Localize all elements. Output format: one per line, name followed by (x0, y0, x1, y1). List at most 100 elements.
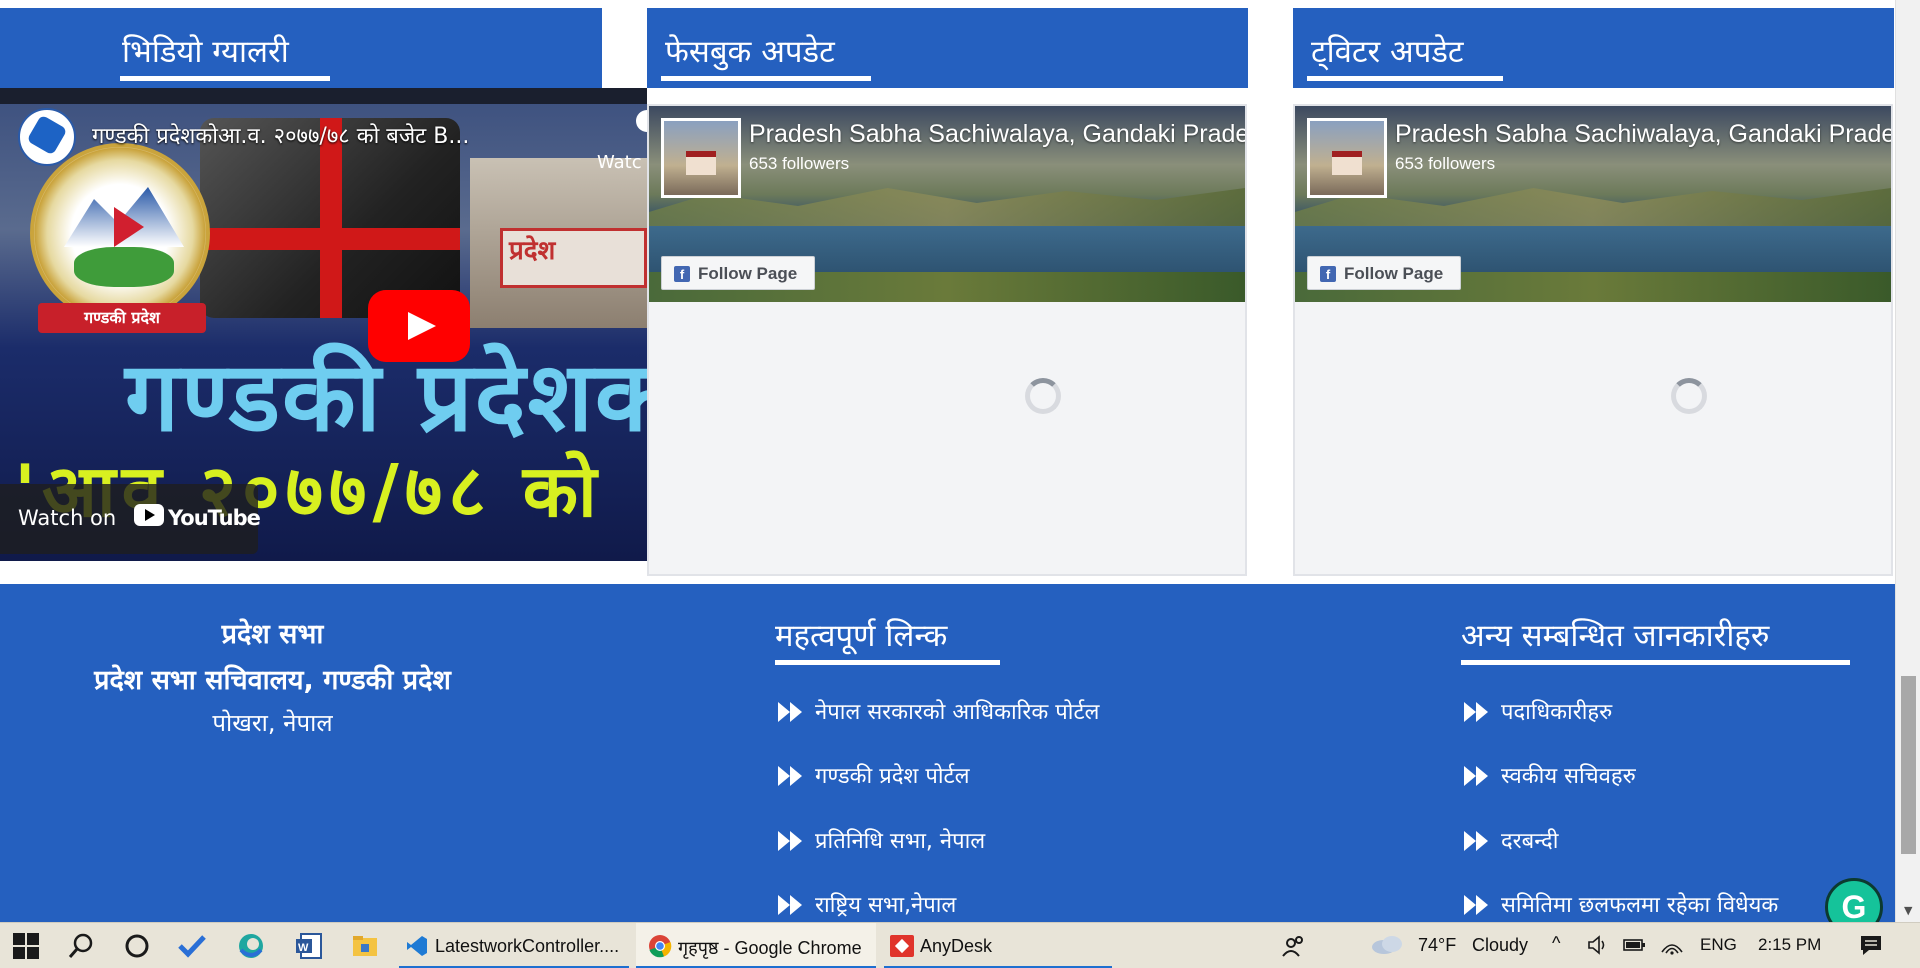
weather-description[interactable]: Cloudy (1472, 935, 1528, 956)
related-link-officials[interactable]: पदाधिकारीहरु (1501, 696, 1612, 726)
notifications-icon[interactable] (1859, 934, 1883, 961)
page: भिडियो ग्यालरी फेसबुक अपडेट ट्विटर अपडेट… (0, 0, 1920, 968)
ribbon-horizontal (200, 228, 460, 250)
youtube-video-embed[interactable]: प्रदेश गण्डकी प्रदेश गण्डकी प्रदेशक 'आव … (0, 88, 647, 561)
cortana-icon[interactable] (122, 923, 152, 968)
follow-page-label: Follow Page (1344, 264, 1444, 283)
fast-forward-icon (1464, 895, 1488, 915)
wifi-icon[interactable] (1660, 934, 1684, 961)
taskbar-app-label: गृहपृष्ठ - Google Chrome (678, 938, 862, 958)
nepal-flag-icon (114, 207, 144, 247)
grammarly-g-glyph: G (1841, 889, 1867, 925)
taskbar-app-label: LatestworkController.... (435, 936, 620, 956)
watch-later-label[interactable]: Watc (597, 152, 642, 173)
video-top-bar (0, 88, 647, 104)
twitter-update-header: ट्विटर अपडेट (1293, 8, 1894, 88)
org-name: प्रदेश सभा (221, 619, 324, 650)
taskbar-app-chrome[interactable]: गृहपृष्ठ - Google Chrome (636, 923, 876, 968)
important-links-title: महत्वपूर्ण लिन्क (775, 618, 948, 654)
fast-forward-icon (1464, 766, 1488, 786)
page-profile-picture[interactable] (1307, 118, 1387, 198)
video-gallery-header: भिडियो ग्यालरी (0, 8, 602, 88)
follow-page-label: Follow Page (698, 264, 798, 283)
title-underline (775, 660, 1000, 665)
building-image: प्रदेश (470, 158, 647, 328)
fast-forward-icon (778, 702, 802, 722)
windows-start-icon[interactable] (12, 923, 40, 968)
page-profile-picture[interactable] (661, 118, 741, 198)
weather-temperature[interactable]: 74°F (1418, 935, 1456, 956)
people-icon[interactable] (1278, 923, 1308, 968)
important-link-gandaki-portal[interactable]: गण्डकी प्रदेश पोर्टल (815, 760, 970, 790)
gandaki-emblem-logo (30, 143, 210, 323)
todo-icon[interactable] (177, 923, 207, 968)
fast-forward-icon (1464, 831, 1488, 851)
clock-time[interactable]: 2:15 PM (1758, 935, 1821, 955)
watch-on-label: Watch on (18, 506, 117, 530)
scroll-down-arrow-icon[interactable]: ▼ (1904, 904, 1912, 917)
follow-page-button[interactable]: f Follow Page (661, 256, 815, 290)
windows-taskbar: W LatestworkController.... गृहपृष्ठ - Go… (0, 922, 1920, 968)
page-name-link[interactable]: Pradesh Sabha Sachiwalaya, Gandaki Prade… (1395, 120, 1891, 149)
related-info-title: अन्य सम्बन्धित जानकारीहरु (1461, 618, 1770, 654)
taskbar-app-label: AnyDesk (920, 936, 993, 956)
youtube-wordmark: YouTube (168, 506, 261, 530)
video-gallery-title: भिडियो ग्यालरी (122, 34, 289, 70)
green-land-shape (74, 247, 174, 287)
page-scrollbar[interactable]: ▼ (1895, 0, 1920, 922)
input-language[interactable]: ENG (1700, 935, 1737, 955)
anydesk-icon (890, 935, 914, 957)
taskbar-app-vscode[interactable]: LatestworkController.... (399, 923, 629, 968)
title-underline (1461, 660, 1850, 665)
site-footer: प्रदेश सभा प्रदेश सभा सचिवालय, गण्डकी प्… (0, 584, 1895, 922)
related-link-staffing[interactable]: दरबन्दी (1501, 825, 1558, 855)
facebook-icon: f (1320, 266, 1336, 282)
file-explorer-icon[interactable] (350, 923, 380, 968)
title-underline (120, 76, 330, 81)
show-hidden-icons-chevron-icon[interactable]: ^ (1552, 933, 1560, 954)
battery-icon[interactable] (1622, 934, 1648, 961)
followers-count: 653 followers (1395, 154, 1496, 173)
loading-spinner-icon (1025, 378, 1061, 414)
related-link-bills-under-discussion[interactable]: समितिमा छलफलमा रहेका विधेयक (1501, 889, 1778, 919)
volume-icon[interactable] (1587, 934, 1609, 961)
svg-text:W: W (298, 942, 309, 954)
fast-forward-icon (778, 766, 802, 786)
important-link-national-assembly[interactable]: राष्ट्रिय सभा,नेपाल (815, 889, 956, 919)
play-button[interactable] (368, 290, 470, 362)
title-underline (661, 76, 871, 81)
word-icon[interactable]: W (294, 923, 324, 968)
important-link-nepal-govt-portal[interactable]: नेपाल सरकारको आधिकारिक पोर्टल (815, 696, 1099, 726)
building-thumbnail (1332, 151, 1362, 175)
facebook-update-header: फेसबुक अपडेट (647, 8, 1248, 88)
org-secretariat: प्रदेश सभा सचिवालय, गण्डकी प्रदेश (94, 665, 451, 696)
related-link-personal-secretaries[interactable]: स्वकीय सचिवहरु (1501, 760, 1636, 790)
vscode-icon (407, 936, 427, 956)
twitter-update-title: ट्विटर अपडेट (1311, 34, 1464, 70)
facebook-page-widget: Pradesh Sabha Sachiwalaya, Gandaki Prade… (647, 104, 1247, 576)
building-thumbnail (686, 151, 716, 175)
fast-forward-icon (1464, 702, 1488, 722)
facebook-icon: f (674, 266, 690, 282)
search-icon[interactable] (66, 923, 96, 968)
loading-spinner-icon (1671, 378, 1707, 414)
watch-on-youtube-button[interactable]: Watch on YouTube (0, 484, 261, 554)
important-link-house-of-representatives[interactable]: प्रतिनिधि सभा, नेपाल (815, 825, 985, 855)
building-sign: प्रदेश (500, 228, 647, 288)
chrome-icon (649, 935, 672, 958)
facebook-page-widget: Pradesh Sabha Sachiwalaya, Gandaki Prade… (1293, 104, 1893, 576)
title-underline (1307, 76, 1503, 81)
video-title-link[interactable]: गण्डकी प्रदेशकोआ.व. २०७७/७८ को बजेट B... (92, 120, 469, 150)
org-location: पोखरा, नेपाल (212, 709, 333, 737)
edge-icon[interactable] (236, 923, 266, 968)
taskbar-app-anydesk[interactable]: AnyDesk (884, 923, 1112, 968)
fast-forward-icon (778, 895, 802, 915)
youtube-logo-icon (134, 504, 164, 526)
follow-page-button[interactable]: f Follow Page (1307, 256, 1461, 290)
cloudy-weather-icon[interactable] (1370, 933, 1404, 955)
fast-forward-icon (778, 831, 802, 851)
channel-avatar[interactable] (18, 108, 76, 166)
scrollbar-thumb[interactable] (1901, 676, 1916, 854)
facebook-update-title: फेसबुक अपडेट (665, 34, 835, 70)
page-name-link[interactable]: Pradesh Sabha Sachiwalaya, Gandaki Prade… (749, 120, 1245, 149)
